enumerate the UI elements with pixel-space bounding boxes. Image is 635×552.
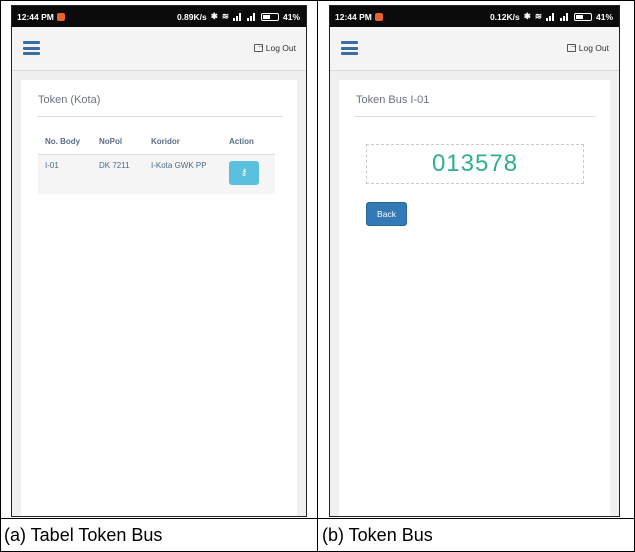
panel-divider bbox=[317, 0, 318, 552]
signal-icon bbox=[232, 12, 243, 21]
cell-action: ⚷ bbox=[222, 154, 275, 194]
col-header-no-body: No. Body bbox=[38, 132, 92, 155]
page-content: Token Bus I-01 013578 Back bbox=[330, 72, 619, 516]
signal-icon bbox=[559, 12, 570, 21]
card-title: Token (Kota) bbox=[38, 94, 101, 106]
token-display: 013578 bbox=[366, 144, 584, 184]
phone-screen-a: 12:44 PM 0.89K/s ✱ ≋ 41% Log Out Token (… bbox=[11, 5, 307, 517]
battery-level: 41% bbox=[282, 11, 300, 22]
card-divider bbox=[355, 116, 596, 117]
caption-a: (a) Tabel Token Bus bbox=[4, 524, 163, 545]
sign-out-icon bbox=[253, 41, 265, 52]
battery-icon bbox=[260, 12, 279, 21]
table-row: I-01 DK 7211 I-Kota GWK PP ⚷ bbox=[38, 154, 275, 194]
signal-icon bbox=[545, 12, 556, 21]
battery-icon bbox=[573, 12, 592, 21]
wifi-icon: ≋ bbox=[534, 11, 542, 21]
notification-icon bbox=[56, 12, 65, 21]
phone-screen-b: 12:44 PM 0.12K/s ✱ ≋ 41% Log Out Token B… bbox=[329, 5, 620, 517]
bluetooth-icon: ✱ bbox=[210, 11, 218, 21]
wifi-icon: ≋ bbox=[221, 11, 229, 21]
status-bar: 12:44 PM 0.12K/s ✱ ≋ 41% bbox=[330, 6, 619, 27]
sign-out-icon bbox=[566, 41, 578, 52]
key-icon: ⚷ bbox=[240, 167, 248, 177]
bluetooth-icon: ✱ bbox=[523, 11, 531, 21]
table-header-row: No. Body NoPol Koridor Action bbox=[38, 132, 275, 155]
cell-no-body: I-01 bbox=[38, 154, 92, 194]
logout-button[interactable]: Log Out bbox=[566, 41, 609, 53]
status-time: 12:44 PM bbox=[17, 11, 54, 22]
view-token-button[interactable]: ⚷ bbox=[229, 160, 259, 185]
hamburger-icon[interactable] bbox=[341, 41, 358, 55]
col-header-koridor: Koridor bbox=[144, 132, 222, 155]
card-title: Token Bus I-01 bbox=[356, 94, 430, 106]
logout-label: Log Out bbox=[265, 43, 296, 53]
app-bar: Log Out bbox=[330, 27, 619, 71]
hamburger-icon[interactable] bbox=[23, 41, 40, 55]
col-header-action: Action bbox=[222, 132, 275, 155]
status-time: 12:44 PM bbox=[335, 11, 372, 22]
cell-koridor: I-Kota GWK PP bbox=[144, 154, 222, 194]
app-bar: Log Out bbox=[12, 27, 306, 71]
col-header-nopol: NoPol bbox=[92, 132, 144, 155]
signal-icon bbox=[246, 12, 257, 21]
notification-icon bbox=[374, 12, 383, 21]
token-card: Token (Kota) No. Body NoPol Koridor Acti… bbox=[21, 80, 297, 516]
token-card: Token Bus I-01 013578 Back bbox=[339, 80, 610, 516]
caption-b: (b) Token Bus bbox=[322, 524, 433, 545]
page-content: Token (Kota) No. Body NoPol Koridor Acti… bbox=[12, 72, 306, 516]
status-bar: 12:44 PM 0.89K/s ✱ ≋ 41% bbox=[12, 6, 306, 27]
battery-level: 41% bbox=[595, 11, 613, 22]
network-speed: 0.12K/s bbox=[489, 11, 520, 22]
logout-label: Log Out bbox=[578, 43, 609, 53]
network-speed: 0.89K/s bbox=[176, 11, 207, 22]
cell-nopol: DK 7211 bbox=[92, 154, 144, 194]
logout-button[interactable]: Log Out bbox=[253, 41, 296, 53]
back-button[interactable]: Back bbox=[366, 202, 407, 226]
card-divider bbox=[37, 116, 283, 117]
token-table: No. Body NoPol Koridor Action I-01 DK 72… bbox=[38, 132, 275, 194]
